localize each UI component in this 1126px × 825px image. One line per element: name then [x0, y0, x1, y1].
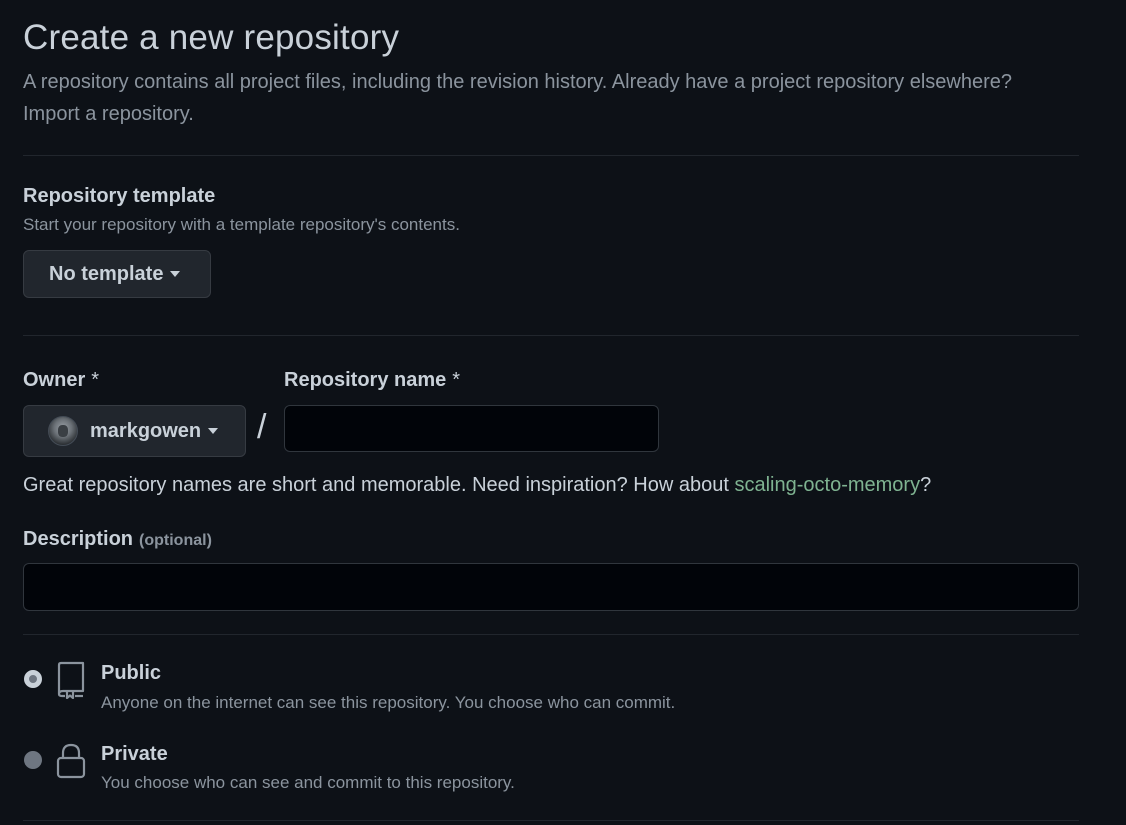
- divider: [23, 820, 1079, 821]
- private-radio[interactable]: [24, 751, 42, 769]
- owner-label-text: Owner: [23, 369, 86, 391]
- required-mark: *: [91, 369, 100, 391]
- import-repository-link[interactable]: Import a repository.: [23, 103, 194, 125]
- optional-mark: (optional): [139, 532, 212, 549]
- divider: [23, 634, 1079, 635]
- page-title: Create a new repository: [23, 18, 400, 57]
- public-option-title: Public: [101, 662, 162, 684]
- create-repo-page: Create a new repository A repository con…: [0, 0, 1126, 825]
- template-help: Start your repository with a template re…: [23, 215, 460, 234]
- repo-icon: [57, 661, 85, 699]
- owner-label: Owner *: [23, 369, 99, 392]
- public-option-description: Anyone on the internet can see this repo…: [101, 693, 676, 712]
- template-select-label: No template: [49, 262, 164, 285]
- divider: [23, 335, 1079, 336]
- owner-select-button[interactable]: markgowen: [23, 405, 246, 457]
- template-select-button[interactable]: No template: [23, 250, 211, 298]
- owner-repo-separator: /: [257, 408, 267, 446]
- description-label: Description (optional): [23, 528, 212, 551]
- repo-name-label: Repository name *: [284, 369, 460, 392]
- hint-suffix: ?: [920, 474, 932, 496]
- chevron-down-icon: [170, 271, 181, 277]
- name-suggestion-link[interactable]: scaling-octo-memory: [734, 474, 920, 496]
- owner-select-label: markgowen: [90, 419, 202, 442]
- hint-text: Great repository names are short and mem…: [23, 474, 735, 496]
- subtitle-text: A repository contains all project files,…: [23, 71, 1013, 93]
- public-radio[interactable]: [24, 670, 42, 688]
- private-option-title: Private: [101, 743, 168, 765]
- repo-name-input[interactable]: [284, 405, 659, 452]
- chevron-down-icon: [208, 428, 219, 434]
- repo-name-label-text: Repository name: [284, 369, 447, 391]
- description-input[interactable]: [23, 563, 1079, 611]
- avatar: [48, 416, 78, 446]
- page-subtitle: A repository contains all project files,…: [23, 66, 1083, 130]
- template-label: Repository template: [23, 185, 216, 207]
- lock-icon: [56, 743, 86, 779]
- description-label-text: Description: [23, 528, 134, 550]
- divider: [23, 155, 1079, 156]
- required-mark: *: [452, 369, 461, 391]
- repo-name-hint: Great repository names are short and mem…: [23, 474, 931, 497]
- private-option-description: You choose who can see and commit to thi…: [101, 773, 515, 792]
